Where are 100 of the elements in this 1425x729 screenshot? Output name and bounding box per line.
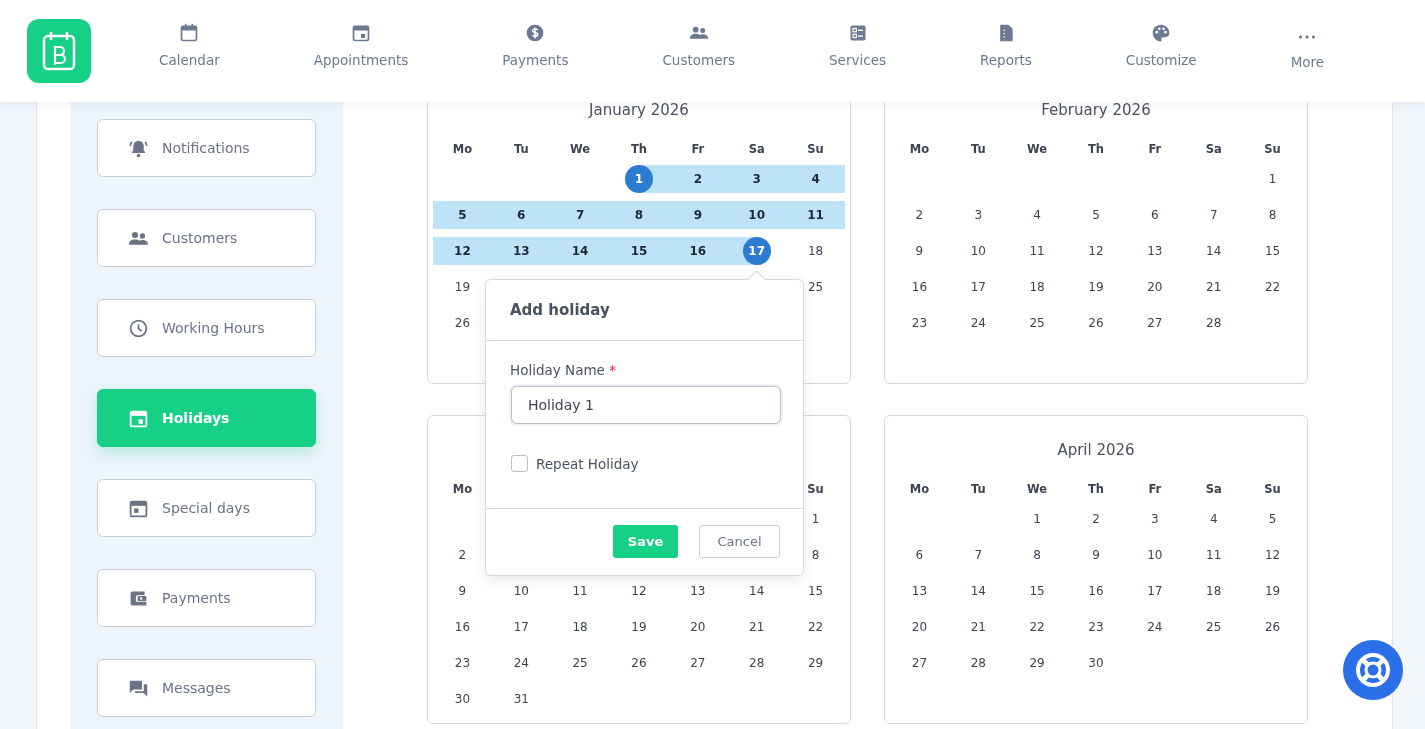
- calendar-day[interactable]: 30: [1082, 649, 1110, 677]
- calendar-day[interactable]: 12: [448, 237, 477, 265]
- calendar-day[interactable]: 22: [801, 613, 830, 641]
- calendar-day[interactable]: 10: [1140, 541, 1169, 569]
- calendar-day[interactable]: 6: [1140, 201, 1169, 229]
- calendar-day[interactable]: 2: [1082, 505, 1110, 533]
- calendar-day[interactable]: 5: [448, 201, 477, 229]
- calendar-day[interactable]: 17: [507, 613, 536, 641]
- calendar-day[interactable]: 24: [507, 649, 536, 677]
- calendar-day[interactable]: 25: [801, 273, 830, 301]
- calendar-day[interactable]: 28: [1199, 309, 1228, 337]
- calendar-day[interactable]: 18: [1023, 273, 1052, 301]
- calendar-day[interactable]: 3: [964, 201, 993, 229]
- calendar-day[interactable]: 11: [1023, 237, 1052, 265]
- calendar-day[interactable]: 16: [448, 613, 477, 641]
- calendar-day[interactable]: 2: [448, 541, 477, 569]
- sidebar-item[interactable]: Working Hours: [97, 299, 316, 357]
- sidebar-item[interactable]: Payments: [97, 569, 316, 627]
- calendar-day[interactable]: 19: [1082, 273, 1110, 301]
- nav-item[interactable]: Reports: [974, 0, 1038, 71]
- calendar-day[interactable]: 23: [448, 649, 477, 677]
- calendar-day[interactable]: 20: [905, 613, 934, 641]
- calendar-day[interactable]: 22: [1023, 613, 1052, 641]
- calendar-day[interactable]: 22: [1258, 273, 1287, 301]
- calendar-day[interactable]: 27: [905, 649, 934, 677]
- calendar-day[interactable]: 2: [905, 201, 934, 229]
- calendar-day[interactable]: 21: [964, 613, 993, 641]
- calendar-day[interactable]: 8: [801, 541, 830, 569]
- calendar-day[interactable]: 30: [448, 685, 477, 713]
- calendar-day[interactable]: 15: [1023, 577, 1052, 605]
- calendar-day[interactable]: 16: [905, 273, 934, 301]
- sidebar-item[interactable]: Special days: [97, 479, 316, 537]
- calendar-day[interactable]: 10: [507, 577, 536, 605]
- calendar-day[interactable]: 13: [1140, 237, 1169, 265]
- calendar-day[interactable]: 3: [742, 165, 771, 193]
- calendar-day[interactable]: 20: [1140, 273, 1169, 301]
- calendar-day[interactable]: 28: [742, 649, 771, 677]
- calendar-day[interactable]: 1: [801, 505, 830, 533]
- calendar-day[interactable]: 16: [1082, 577, 1110, 605]
- calendar-day[interactable]: 19: [448, 273, 477, 301]
- calendar-day[interactable]: 10: [742, 201, 771, 229]
- calendar-day[interactable]: 21: [1199, 273, 1228, 301]
- calendar-day[interactable]: 7: [1199, 201, 1228, 229]
- logo-icon[interactable]: [27, 19, 91, 83]
- calendar-day[interactable]: 14: [1199, 237, 1228, 265]
- calendar-day[interactable]: 8: [1258, 201, 1287, 229]
- calendar-day[interactable]: 23: [1082, 613, 1110, 641]
- calendar-day[interactable]: 27: [1140, 309, 1169, 337]
- calendar-day[interactable]: 9: [683, 201, 712, 229]
- calendar-day[interactable]: 8: [625, 201, 653, 229]
- calendar-day[interactable]: 7: [566, 201, 595, 229]
- calendar-day[interactable]: 1: [625, 165, 653, 193]
- nav-item[interactable]: More: [1284, 0, 1331, 71]
- calendar-day[interactable]: 28: [964, 649, 993, 677]
- calendar-day[interactable]: 6: [507, 201, 536, 229]
- calendar-day[interactable]: 23: [905, 309, 934, 337]
- calendar-day[interactable]: 21: [742, 613, 771, 641]
- calendar-day[interactable]: 26: [1258, 613, 1287, 641]
- calendar-day[interactable]: 24: [1140, 613, 1169, 641]
- calendar-day[interactable]: 16: [683, 237, 712, 265]
- nav-item[interactable]: Payments: [496, 0, 575, 71]
- sidebar-item[interactable]: Notifications: [97, 119, 316, 177]
- calendar-day[interactable]: 19: [625, 613, 653, 641]
- calendar-day[interactable]: 26: [448, 309, 477, 337]
- calendar-day[interactable]: 1: [1258, 165, 1287, 193]
- calendar-day[interactable]: 27: [683, 649, 712, 677]
- calendar-day[interactable]: 11: [1199, 541, 1228, 569]
- calendar-day[interactable]: 18: [801, 237, 830, 265]
- calendar-day[interactable]: 8: [1023, 541, 1052, 569]
- calendar-day[interactable]: 12: [1258, 541, 1287, 569]
- nav-item[interactable]: Customize: [1119, 0, 1203, 71]
- calendar-day[interactable]: 29: [801, 649, 830, 677]
- calendar-day[interactable]: 6: [905, 541, 934, 569]
- calendar-day[interactable]: 14: [742, 577, 771, 605]
- calendar-day[interactable]: 7: [964, 541, 993, 569]
- calendar-day[interactable]: 14: [566, 237, 595, 265]
- calendar-day[interactable]: 25: [566, 649, 595, 677]
- calendar-day[interactable]: 1: [1023, 505, 1052, 533]
- calendar-day[interactable]: 12: [1082, 237, 1110, 265]
- repeat-checkbox[interactable]: [511, 455, 528, 472]
- calendar-day[interactable]: 31: [507, 685, 536, 713]
- calendar-day[interactable]: 4: [1199, 505, 1228, 533]
- calendar-day[interactable]: 12: [625, 577, 653, 605]
- calendar-day[interactable]: 5: [1082, 201, 1110, 229]
- calendar-day[interactable]: 3: [1140, 505, 1169, 533]
- calendar-day[interactable]: 2: [683, 165, 712, 193]
- calendar-day[interactable]: 24: [964, 309, 993, 337]
- calendar-day[interactable]: 13: [905, 577, 934, 605]
- calendar-day[interactable]: 9: [448, 577, 477, 605]
- calendar-day[interactable]: 14: [964, 577, 993, 605]
- calendar-day[interactable]: 4: [1023, 201, 1052, 229]
- calendar-day[interactable]: 29: [1023, 649, 1052, 677]
- sidebar-item[interactable]: Messages: [97, 659, 316, 717]
- calendar-day[interactable]: 26: [1082, 309, 1110, 337]
- calendar-day[interactable]: 25: [1023, 309, 1052, 337]
- calendar-day[interactable]: 17: [1140, 577, 1169, 605]
- calendar-day[interactable]: 15: [801, 577, 830, 605]
- nav-item[interactable]: Customers: [656, 0, 742, 71]
- calendar-day[interactable]: 4: [801, 165, 830, 193]
- calendar-day[interactable]: 25: [1199, 613, 1228, 641]
